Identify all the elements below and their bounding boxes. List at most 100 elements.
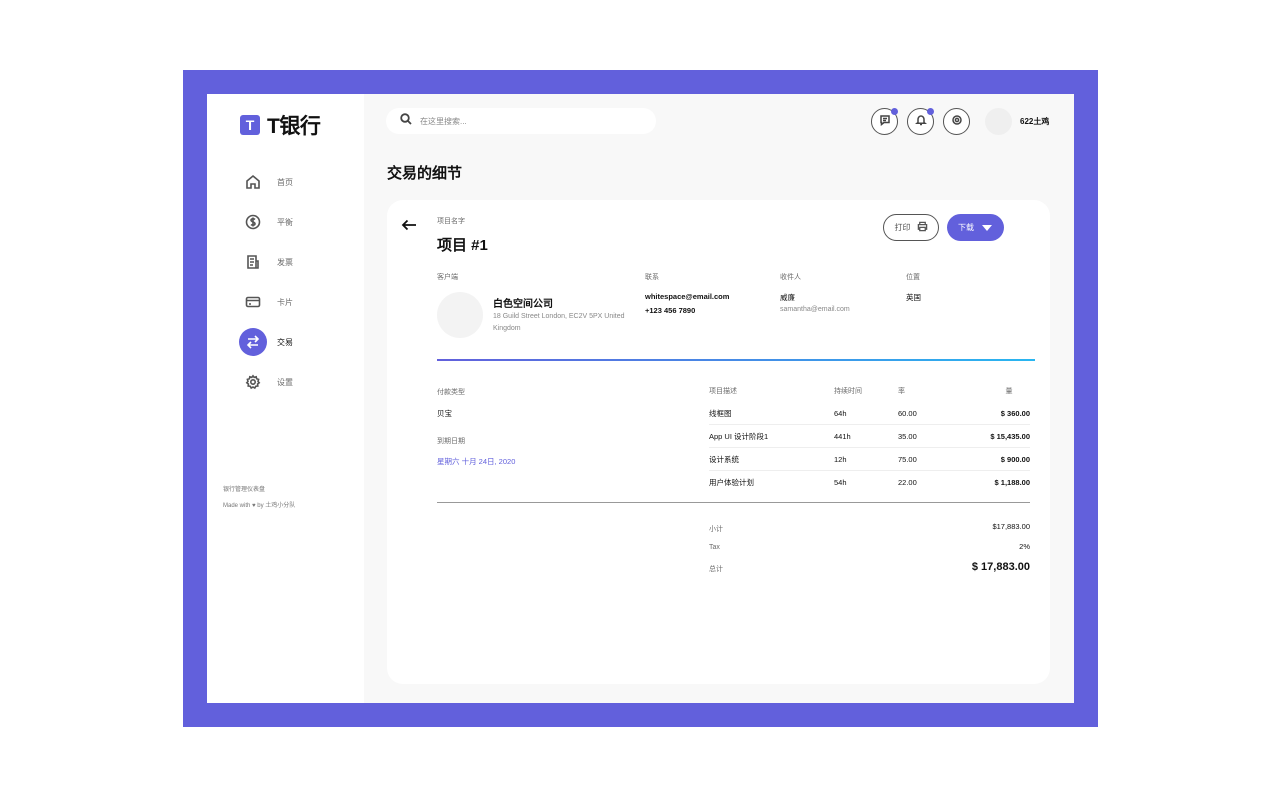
chat-icon (879, 113, 891, 131)
item-amount: $ 900.00 (1000, 454, 1030, 464)
sidebar: T T银行 首页 平衡 发票 卡片 交易 设置 银行管理仪表盘 Made wit… (207, 94, 364, 703)
tax-label: Tax (709, 544, 720, 551)
table-header: 项目描述 持续时间 率 量 (709, 380, 1030, 402)
gear-icon (951, 113, 963, 131)
client-label: 客户端 (437, 274, 458, 281)
arrow-left-icon (401, 218, 417, 235)
total-label: 总计 (709, 566, 723, 573)
total-value: $ 17,883.00 (971, 561, 1030, 573)
item-description: App UI 设计阶段1 (709, 431, 769, 441)
sidebar-item-invoice[interactable]: 发票 (239, 242, 293, 282)
subtotal-label: 小计 (709, 526, 723, 533)
item-amount: $ 1,188.00 (994, 478, 1030, 487)
sidebar-item-label: 首页 (277, 177, 293, 187)
footer-title: 银行管理仪表盘 (223, 487, 266, 493)
sidebar-item-transactions[interactable]: 交易 (239, 322, 293, 362)
due-date-value: 星期六 十月 24日, 2020 (437, 457, 516, 466)
recipient-email: samantha@email.com (780, 306, 850, 313)
app-window: T T银行 首页 平衡 发票 卡片 交易 设置 银行管理仪表盘 Made wit… (207, 94, 1074, 703)
item-amount: $ 360.00 (1000, 408, 1030, 418)
payment-type-value: 贝宝 (437, 409, 452, 418)
download-label: 下载 (958, 223, 974, 232)
table-row: 线框图 64h 60.00 $ 360.00 (709, 402, 1030, 425)
sidebar-nav: 首页 平衡 发票 卡片 交易 设置 (239, 162, 293, 402)
sidebar-item-label: 卡片 (277, 297, 293, 307)
subtotal-value: $17,883.00 (992, 522, 1030, 531)
recipient-label: 收件人 (780, 274, 801, 281)
table-row: 用户体验计划 54h 22.00 $ 1,188.00 (709, 471, 1030, 494)
back-button[interactable] (401, 218, 417, 231)
home-icon (239, 168, 267, 196)
sidebar-item-home[interactable]: 首页 (239, 162, 293, 202)
gear-icon (239, 368, 267, 396)
messages-button[interactable] (871, 108, 898, 135)
sidebar-item-label: 设置 (277, 377, 293, 387)
print-label: 打印 (894, 223, 911, 232)
download-button[interactable]: 下载 (947, 214, 1004, 241)
client-address: 18 Guild Street London, EC2V 5PX United … (493, 313, 625, 332)
search-bar[interactable] (386, 108, 656, 134)
item-description: 用户体验计划 (709, 478, 754, 487)
item-description: 设计系统 (709, 454, 739, 464)
item-rate: 75.00 (898, 454, 917, 464)
settings-button[interactable] (943, 108, 970, 135)
logo-icon: T (240, 115, 260, 135)
column-header: 持续时间 (834, 388, 862, 395)
items-table: 项目描述 持续时间 率 量 线框图 64h 60.00 $ 360.00 App… (709, 380, 1030, 494)
notification-dot (927, 108, 934, 115)
transaction-card: 项目名字 项目 #1 打印 下载 客户端 联系 收件人 位置 白色空间公司 18… (387, 200, 1050, 684)
table-row: 设计系统 12h 75.00 $ 900.00 (709, 448, 1030, 471)
due-date-label: 到期日期 (437, 438, 465, 445)
table-row: App UI 设计阶段1 441h 35.00 $ 15,435.00 (709, 425, 1030, 448)
print-button[interactable]: 打印 (883, 214, 939, 241)
printer-icon (917, 221, 928, 234)
contact-phone: +123 456 7890 (645, 306, 696, 315)
sidebar-footer: 银行管理仪表盘 Made with ♥ by 土鸡小分队 (223, 482, 295, 514)
client-name: 白色空间公司 (493, 299, 553, 310)
item-rate: 60.00 (898, 408, 917, 418)
sidebar-item-label: 交易 (277, 337, 293, 347)
contact-label: 联系 (645, 274, 659, 281)
sidebar-item-settings[interactable]: 设置 (239, 362, 293, 402)
tax-value: 2% (1019, 542, 1030, 551)
page-title: 交易的细节 (387, 165, 463, 182)
project-label: 项目名字 (437, 218, 465, 225)
notifications-button[interactable] (907, 108, 934, 135)
main-content: 622土鸡 交易的细节 项目名字 项目 #1 打印 (364, 94, 1074, 703)
invoice-icon (239, 248, 267, 276)
item-duration: 12h (834, 454, 847, 464)
sidebar-item-cards[interactable]: 卡片 (239, 282, 293, 322)
dollar-icon (239, 208, 267, 236)
totals-divider (437, 502, 1030, 503)
sidebar-item-balance[interactable]: 平衡 (239, 202, 293, 242)
location-value: 英国 (906, 293, 921, 302)
outer-frame: T T银行 首页 平衡 发票 卡片 交易 设置 银行管理仪表盘 Made wit… (183, 70, 1098, 727)
gradient-divider (437, 359, 1035, 361)
item-rate: 22.00 (898, 478, 917, 487)
transfer-icon (239, 328, 267, 356)
payment-type-label: 付款类型 (437, 389, 465, 396)
location-label: 位置 (906, 274, 920, 281)
item-description: 线框图 (709, 408, 732, 418)
card-icon (239, 288, 267, 316)
username[interactable]: 622土鸡 (1020, 116, 1049, 127)
recipient-name: 威廉 (780, 293, 795, 302)
column-header: 项目描述 (709, 388, 737, 395)
footer-credit: Made with ♥ by 土鸡小分队 (223, 503, 296, 509)
item-rate: 35.00 (898, 431, 917, 441)
bell-icon (914, 113, 927, 131)
column-header: 率 (898, 388, 905, 395)
project-title: 项目 #1 (437, 237, 488, 254)
contact-email[interactable]: whitespace@email.com (645, 292, 729, 301)
item-amount: $ 15,435.00 (990, 431, 1030, 441)
header-actions: 622土鸡 (871, 108, 1049, 135)
search-input[interactable] (420, 116, 630, 126)
item-duration: 64h (834, 408, 847, 418)
sidebar-item-label: 发票 (277, 257, 293, 267)
notification-dot (891, 108, 898, 115)
caret-down-icon (982, 224, 992, 231)
brand-logo[interactable]: T T银行 (240, 110, 321, 140)
avatar[interactable] (985, 108, 1012, 135)
client-avatar (437, 292, 483, 338)
item-duration: 441h (834, 431, 851, 441)
